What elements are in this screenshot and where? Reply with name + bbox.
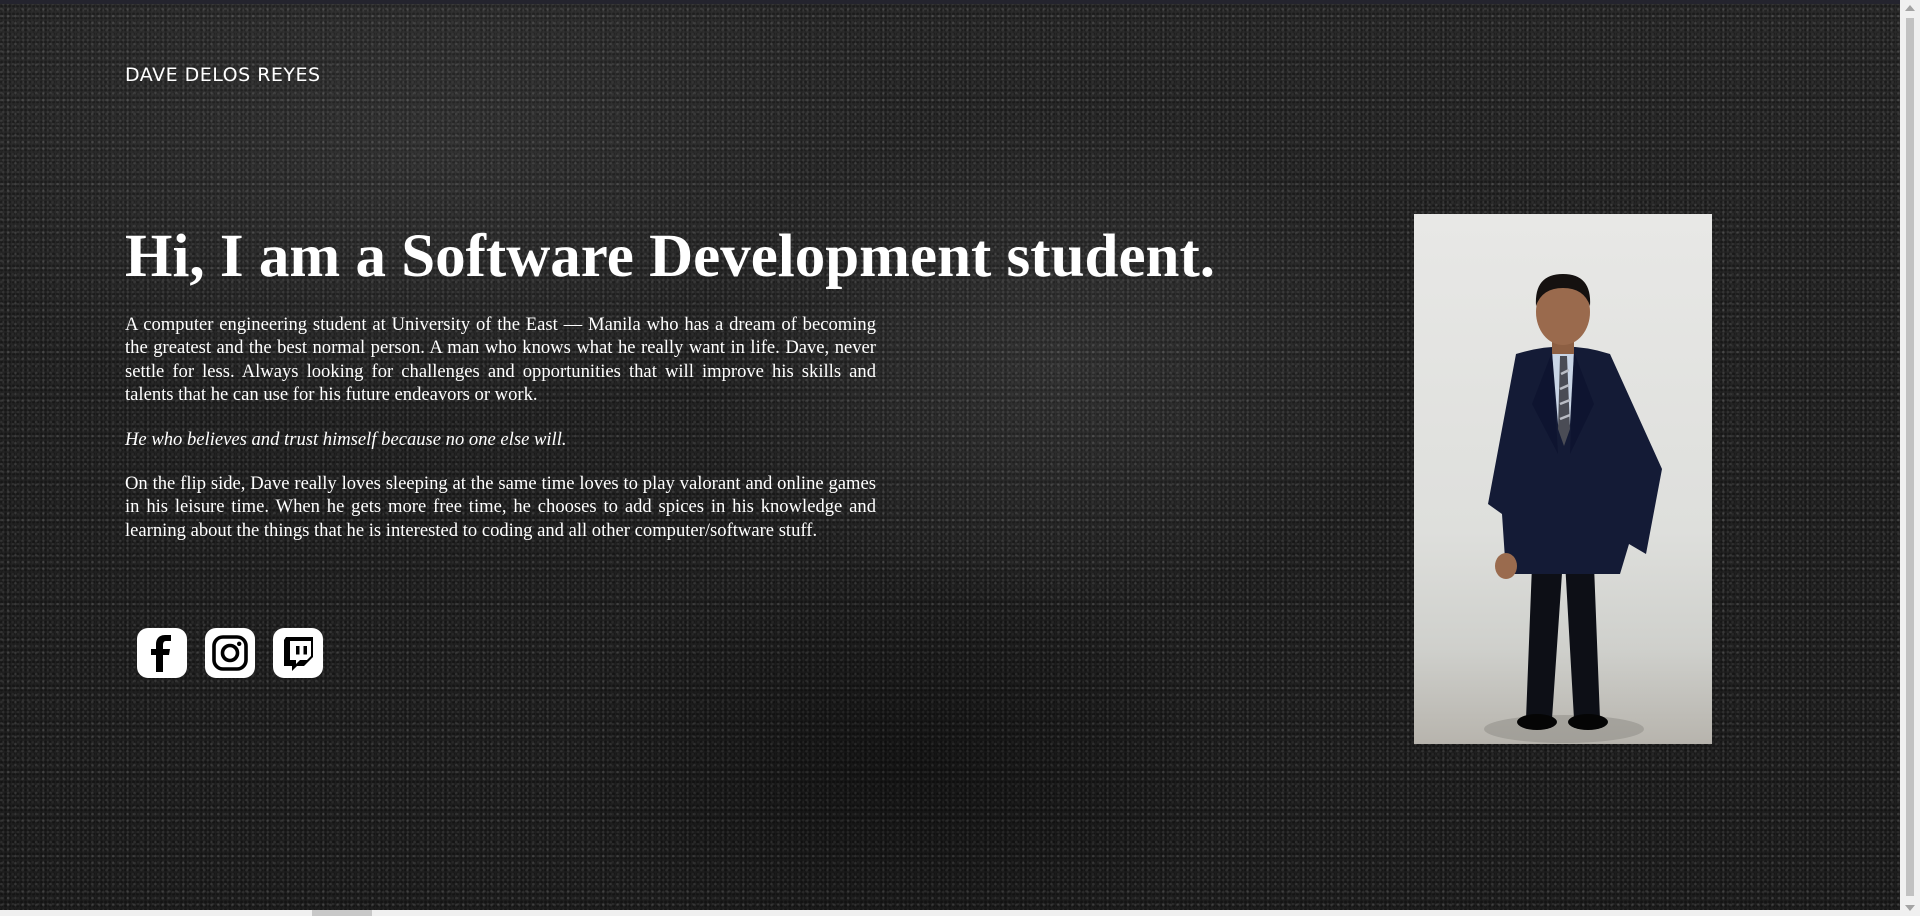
scroll-thumb[interactable] (1906, 18, 1914, 896)
twitch-icon (284, 637, 313, 671)
about-paragraph-1: A computer engineering student at Univer… (125, 314, 876, 406)
about-quote: He who believes and trust himself becaus… (125, 428, 567, 450)
twitch-link[interactable] (273, 628, 323, 678)
scroll-down-arrow-icon[interactable] (1905, 905, 1915, 911)
profile-photo (1414, 214, 1712, 744)
person-figure (1484, 274, 1662, 743)
facebook-icon (151, 635, 171, 672)
horizontal-scroll-thumb[interactable] (312, 910, 372, 916)
scroll-up-arrow-icon[interactable] (1905, 5, 1915, 11)
horizontal-scrollbar[interactable] (0, 910, 1900, 916)
site-brand[interactable]: DAVE DELOS REYES (125, 64, 321, 86)
hero-headline: Hi, I am a Software Development student. (125, 223, 1216, 290)
facebook-link[interactable] (137, 628, 187, 678)
social-links (137, 628, 323, 678)
instagram-icon (212, 635, 248, 671)
about-text: A computer engineering student at Univer… (125, 313, 876, 563)
about-paragraph-2: On the flip side, Dave really loves slee… (125, 473, 876, 541)
top-border (0, 0, 1900, 4)
page-viewport: DAVE DELOS REYES Hi, I am a Software Dev… (0, 0, 1900, 916)
vertical-scrollbar[interactable] (1900, 0, 1920, 916)
instagram-link[interactable] (205, 628, 255, 678)
